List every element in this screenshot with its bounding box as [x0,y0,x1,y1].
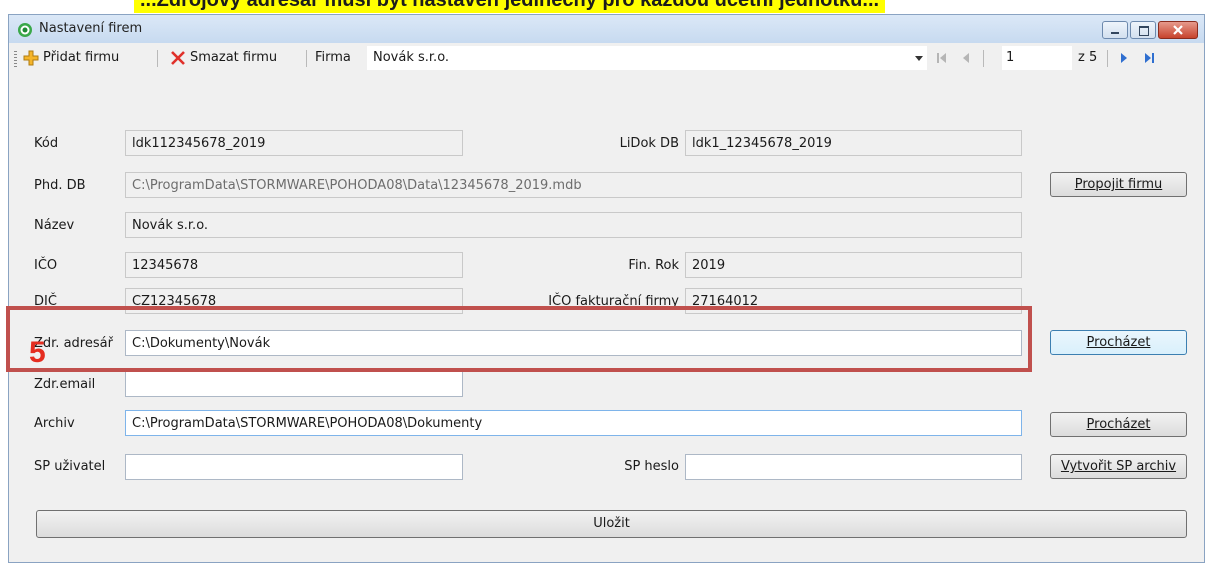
prochazet-archiv-label: Procházet [1086,417,1151,432]
vytvorit-sp-archiv-label: Vytvořit SP archiv [1060,459,1177,474]
fin-rok-field: 2019 [685,252,1022,278]
settings-window: Nastavení firem Přidat firmu Smazat firm… [8,14,1205,563]
page-total: z 5 [1078,50,1098,65]
propojit-firmu-button[interactable]: Propojit firmu [1050,172,1187,197]
prochazet-zdr-label: Procházet [1086,335,1151,350]
add-company-button[interactable]: Přidat firmu [43,50,119,65]
highlight-box [6,306,1032,372]
company-select[interactable]: Novák s.r.o. [367,46,927,70]
toolbar: Přidat firmu Smazat firmu Firma Novák s.… [9,43,1204,73]
first-page-icon[interactable] [933,49,951,67]
close-button[interactable] [1158,21,1198,39]
toolbar-separator [306,50,307,67]
phd-db-label: Phd. DB [34,178,86,193]
archiv-label: Archiv [34,416,75,431]
chevron-down-icon [915,56,923,61]
minimize-icon [1111,32,1119,34]
sp-heslo-label: SP heslo [624,459,679,474]
phd-db-field: C:\ProgramData\STORMWARE\POHODA08\Data\1… [125,172,1022,198]
banner-text: ...Zdrojový adresář musí být nastaven je… [134,0,886,13]
next-page-icon[interactable] [1115,49,1133,67]
kod-label: Kód [34,136,59,151]
page-number-input[interactable]: 1 [1002,46,1072,70]
sp-user-input[interactable] [125,454,463,480]
ico-label: IČO [34,258,58,273]
ulozit-button[interactable]: Uložit [36,510,1187,538]
company-label: Firma [315,50,351,65]
ulozit-label: Uložit [593,516,630,531]
instruction-banner: ...Zdrojový adresář musí být nastaven je… [0,0,1205,14]
prochazet-archiv-button[interactable]: Procházet [1050,412,1187,437]
prochazet-zdr-button[interactable]: Procházet [1050,330,1187,355]
page-number-value: 1 [1006,50,1015,65]
window-title: Nastavení firem [39,21,143,36]
vytvorit-sp-archiv-button[interactable]: Vytvořit SP archiv [1050,454,1187,479]
delete-icon [171,51,185,65]
toolbar-separator [157,50,158,67]
toolbar-separator [1107,50,1108,67]
add-icon [23,50,39,66]
close-icon [1173,25,1183,35]
sp-heslo-input[interactable] [685,454,1022,480]
previous-page-icon[interactable] [957,49,975,67]
archiv-input[interactable]: C:\ProgramData\STORMWARE\POHODA08\Dokume… [125,410,1022,436]
lidok-field: ldk1_12345678_2019 [685,130,1022,156]
lidok-label: LiDok DB [619,136,679,151]
propojit-firmu-label: Propojit firmu [1074,177,1163,192]
minimize-button[interactable] [1102,21,1128,39]
company-select-value: Novák s.r.o. [373,50,450,65]
maximize-button[interactable] [1130,21,1156,39]
title-bar: Nastavení firem [9,15,1204,43]
toolbar-separator [983,50,984,67]
fin-rok-label: Fin. Rok [628,258,679,273]
maximize-icon [1139,26,1149,36]
toolbar-grip [14,51,17,67]
delete-company-button[interactable]: Smazat firmu [190,50,277,65]
app-icon [18,23,32,37]
zdr-email-input[interactable] [125,371,463,397]
zdr-email-label: Zdr.email [34,377,96,392]
kod-field: ldk112345678_2019 [125,130,463,156]
sp-user-label: SP uživatel [34,459,106,474]
ico-field: 12345678 [125,252,463,278]
step-number: 5 [29,336,46,369]
last-page-icon[interactable] [1140,49,1158,67]
nazev-field: Novák s.r.o. [125,212,1022,238]
nazev-label: Název [34,218,75,233]
